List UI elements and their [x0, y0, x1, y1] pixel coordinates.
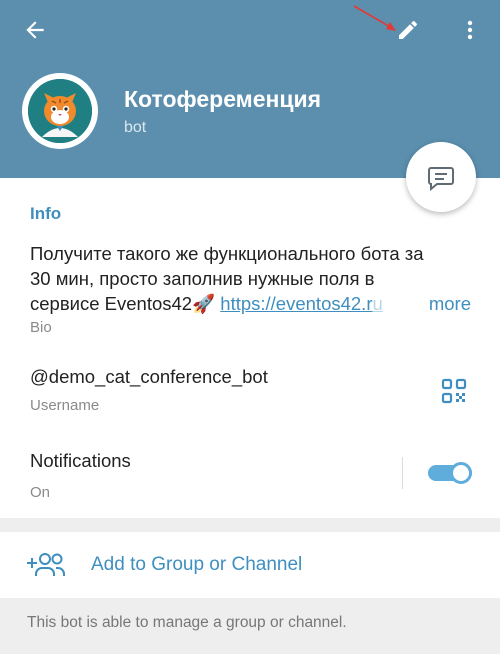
bio-more-link[interactable]: more [426, 291, 471, 316]
profile-subtitle: bot [124, 119, 147, 136]
notifications-label[interactable]: Notifications [30, 450, 131, 472]
rocket-emoji: 🚀 [192, 293, 216, 314]
more-options-button[interactable] [446, 6, 494, 54]
send-message-button[interactable] [406, 142, 476, 212]
add-users-icon [27, 553, 65, 576]
cat-avatar-image [28, 79, 92, 143]
qr-code-icon [441, 378, 467, 404]
bio-line-1: Получите такого же функционального бота … [30, 243, 424, 264]
qr-code-button[interactable] [432, 369, 476, 413]
bio-link[interactable]: https://eventos42.r [220, 293, 372, 314]
bio-line-2: 30 мин, просто заполнив нужные поля в [30, 268, 375, 289]
back-button[interactable] [11, 6, 59, 54]
notifications-toggle[interactable] [428, 461, 472, 485]
add-to-group-button[interactable]: Add to Group or Channel [0, 532, 500, 598]
cat-illustration-icon [28, 79, 92, 143]
footer-note: This bot is able to manage a group or ch… [0, 598, 500, 654]
more-vertical-icon [467, 20, 473, 40]
bio-caption: Bio [30, 319, 52, 336]
arrow-left-icon [26, 21, 44, 39]
notifications-status: On [30, 484, 51, 501]
bio-line-3-text: сервисе Eventos42 [30, 293, 193, 314]
edit-button[interactable] [384, 6, 432, 54]
vertical-divider [402, 457, 403, 489]
bio-line-3: сервисе Eventos42🚀 https://eventos42.ru [30, 291, 475, 316]
message-bubble-icon [428, 167, 454, 192]
section-divider [0, 518, 500, 532]
pencil-icon [399, 20, 417, 39]
bio-text[interactable]: Получите такого же функционального бота … [30, 241, 475, 316]
profile-title: Котофеременция [124, 86, 322, 112]
username-caption: Username [30, 397, 100, 414]
footer-text: This bot is able to manage a group or ch… [27, 614, 347, 631]
bio-link-faded: u [372, 293, 383, 314]
username-value[interactable]: @demo_cat_conference_bot [30, 366, 268, 388]
toggle-knob [450, 462, 472, 484]
bot-profile-screen: Котофеременция bot Info Получите такого … [0, 0, 500, 654]
add-to-group-label: Add to Group or Channel [91, 554, 303, 575]
info-section-header: Info [30, 204, 62, 223]
avatar[interactable] [22, 73, 98, 149]
